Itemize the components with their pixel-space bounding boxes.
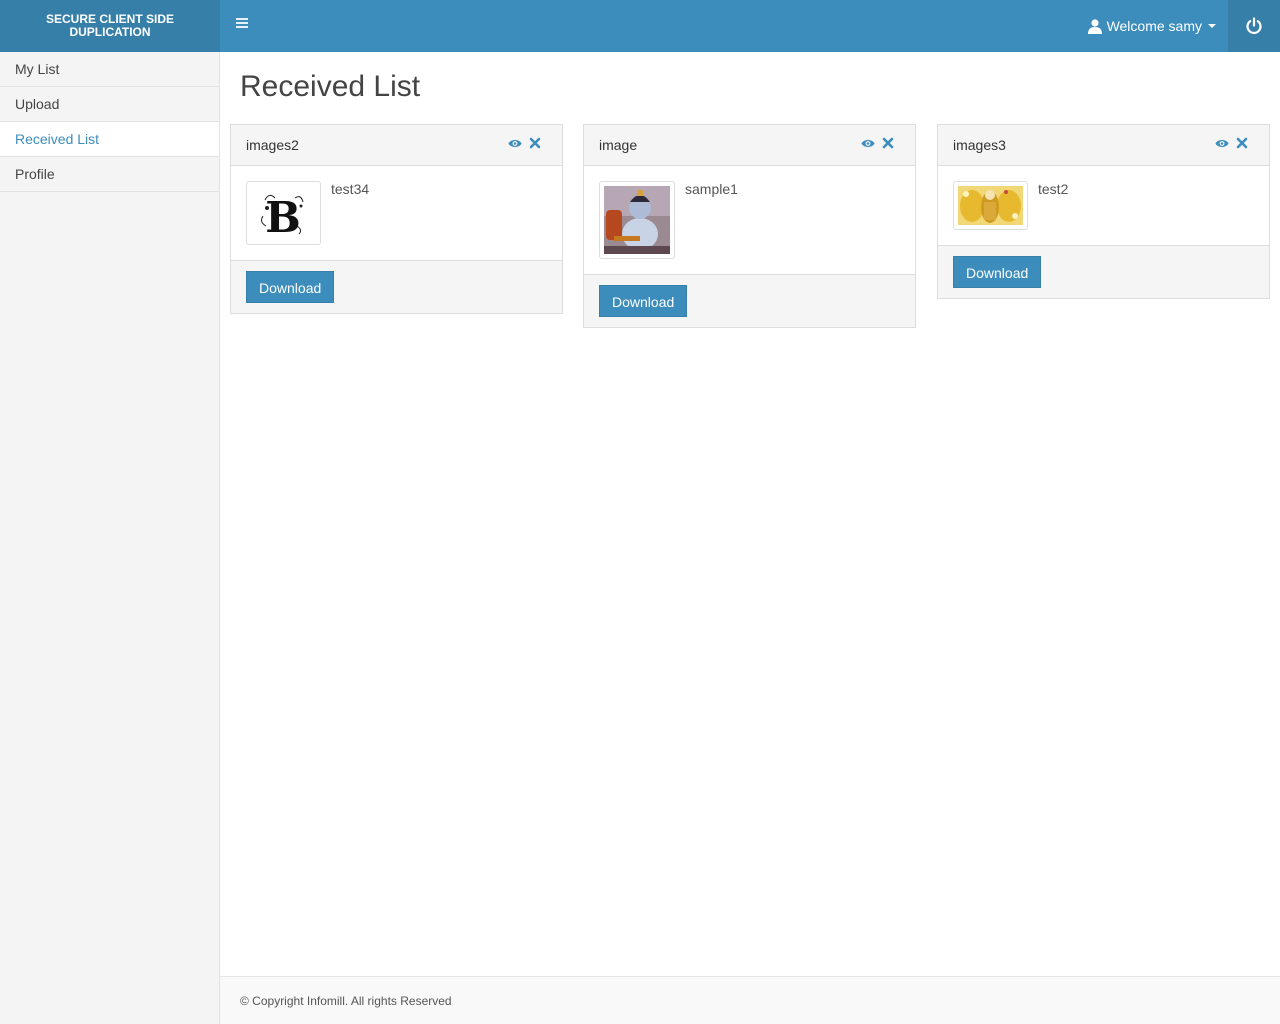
close-icon[interactable] [1235,136,1249,150]
card-title: image [599,137,638,153]
card-body: B test34 [231,166,562,261]
file-card: images3 test2 Download [937,124,1270,299]
eye-icon[interactable] [1215,136,1229,150]
user-icon [1087,19,1102,34]
sidebar-item-received-list[interactable]: Received List [0,122,219,157]
power-icon [1246,17,1262,35]
sidebar-item-upload[interactable]: Upload [0,87,219,122]
user-menu-dropdown[interactable]: Welcome samy [1087,0,1216,52]
page-title: Received List [240,70,421,103]
file-card: images2 B test34 Download [230,124,563,314]
sidebar-item-label: Profile [15,166,55,182]
card-footer: Download [584,275,915,327]
close-icon[interactable] [881,136,895,150]
sidebar-item-label: Upload [15,96,60,112]
card-title: images3 [953,137,1006,153]
brand-title: SECURE CLIENT SIDE DUPLICATION [45,12,174,39]
file-name: test34 [331,181,370,197]
golden-figure-thumbnail[interactable] [953,181,1028,230]
eye-icon[interactable] [861,136,875,150]
close-icon[interactable] [528,136,542,150]
logout-button[interactable] [1228,0,1280,52]
brand-logo[interactable]: SECURE CLIENT SIDE DUPLICATION [0,0,220,52]
sidebar-item-profile[interactable]: Profile [0,157,219,192]
sidebar-item-my-list[interactable]: My List [0,52,219,87]
card-body: sample1 [584,166,915,275]
card-footer: Download [938,246,1269,298]
letter-b-thumbnail[interactable]: B [246,181,321,245]
svg-text:B: B [265,193,301,240]
child-figure-thumbnail[interactable] [599,181,675,259]
sidebar-item-label: My List [15,61,60,77]
chevron-down-icon [1208,24,1216,28]
welcome-label: Welcome samy [1106,18,1202,34]
card-body: test2 [938,166,1269,246]
page-footer: © Copyright Infomill. All rights Reserve… [220,976,1280,1024]
sidebar: My List Upload Received List Profile [0,52,220,1024]
download-button[interactable]: Download [246,271,335,303]
card-header: image [584,125,915,166]
card-header: images3 [938,125,1269,166]
card-header: images2 [231,125,562,166]
file-name: test2 [1038,181,1069,197]
card-title: images2 [246,137,299,153]
top-navbar: SECURE CLIENT SIDE DUPLICATION Welcome s… [0,0,1280,52]
hamburger-icon[interactable] [232,16,252,36]
download-button[interactable]: Download [953,256,1042,288]
file-card: image sample1 Download [583,124,916,328]
sidebar-item-label: Received List [15,131,100,147]
copyright-text: © Copyright Infomill. All rights Reserve… [240,994,452,1008]
file-name: sample1 [685,181,738,197]
card-footer: Download [231,261,562,313]
download-button[interactable]: Download [599,285,688,317]
eye-icon[interactable] [508,136,522,150]
